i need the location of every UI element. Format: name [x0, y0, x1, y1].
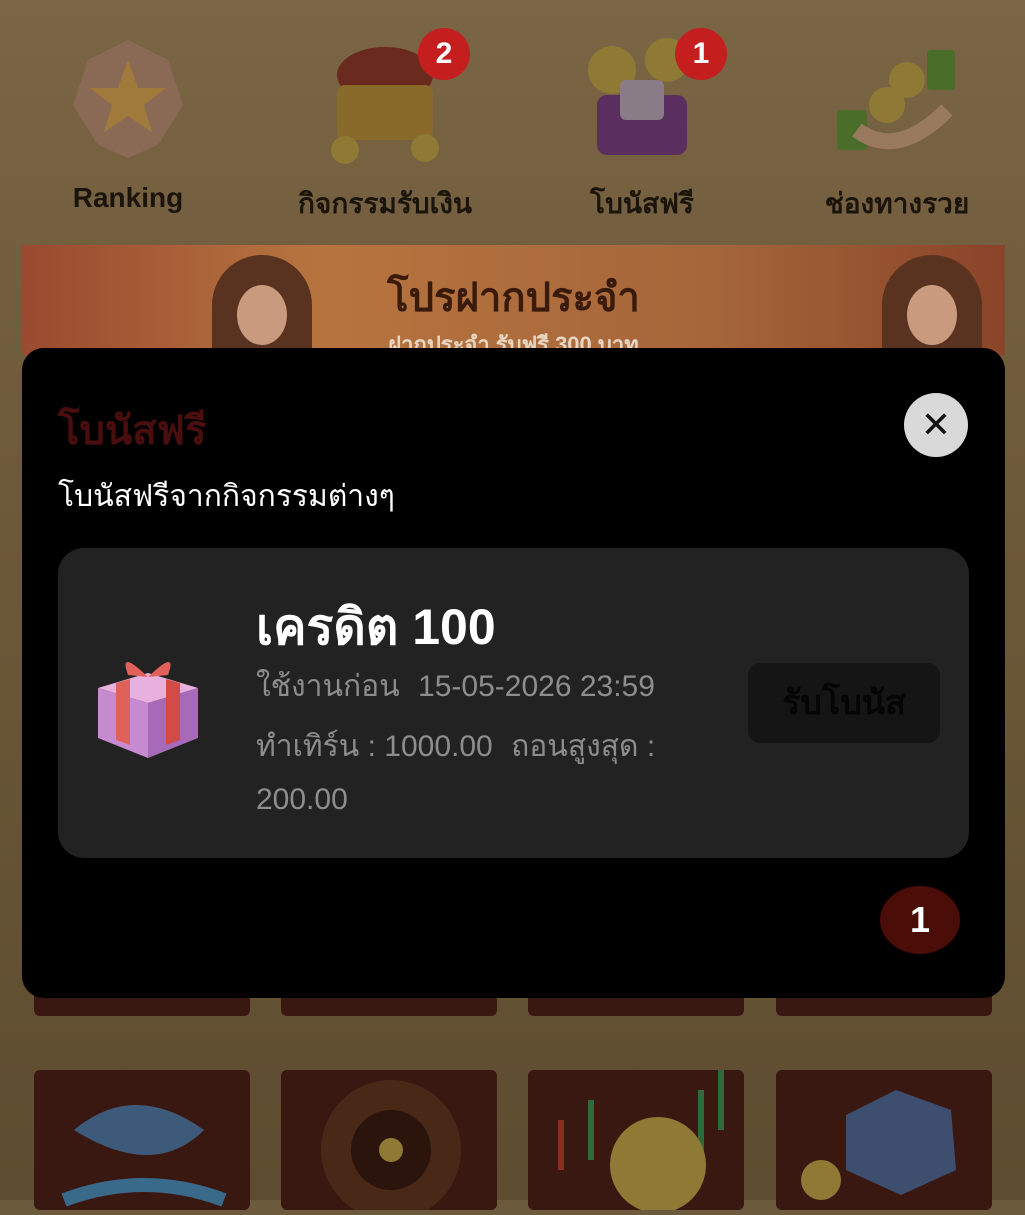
turnover-line: ทำเทิร์น : 1000.00 ถอนสูงสุด :: [256, 723, 655, 770]
max-withdraw-value: 200.00: [256, 783, 348, 816]
modal-title: โบนัสฟรี: [58, 409, 207, 453]
gift-box-icon: [98, 661, 198, 758]
game-tile-crypto[interactable]: [528, 1070, 744, 1213]
menu-label: Ranking: [72, 182, 184, 213]
bitcoin-icon: [558, 1070, 724, 1213]
promo-title: โปรฝากประจำ: [387, 276, 640, 320]
shark-icon: [61, 1105, 227, 1207]
menu-label: โบนัสฟรี: [590, 188, 694, 219]
top-menu: Ranking 2 กิจกรรมรับเงิน 1 โบนัสฟรี ช่อง…: [0, 20, 1025, 220]
roulette-icon: [321, 1080, 461, 1215]
expiry-value: 15-05-2026 23:59: [418, 670, 655, 703]
money-hand-icon: [837, 50, 955, 150]
max-withdraw-label: ถอนสูงสุด :: [511, 730, 656, 763]
modal-subtitle: โบนัสฟรีจากกิจกรรมต่างๆ: [58, 480, 395, 513]
close-icon[interactable]: ✕: [904, 393, 968, 457]
notification-badge: 2: [418, 28, 470, 80]
claim-bonus-button[interactable]: รับโบนัส: [748, 663, 940, 743]
lottery-machine-icon: [801, 1090, 956, 1200]
game-tile-fishing[interactable]: [34, 1070, 250, 1210]
free-bonus-modal: โบนัสฟรี ✕ โบนัสฟรีจากกิจกรรมต่างๆ เครดิ…: [22, 348, 1005, 998]
menu-label: กิจกรรมรับเงิน: [297, 188, 473, 219]
expiry-label: ใช้งานก่อน: [256, 670, 400, 703]
menu-item-free-bonus[interactable]: 1 โบนัสฟรี: [517, 20, 767, 220]
turnover-label: ทำเทิร์น : 1000.00: [256, 730, 493, 763]
menu-label: ช่องทางรวย: [824, 188, 970, 219]
menu-item-ranking[interactable]: Ranking: [3, 20, 253, 220]
page-indicator[interactable]: 1: [880, 886, 960, 954]
menu-item-activity[interactable]: 2 กิจกรรมรับเงิน: [260, 20, 510, 220]
trophy-star-icon: [73, 40, 183, 158]
bonus-credit-title: เครดิต 100: [256, 599, 496, 655]
expiry-line: ใช้งานก่อน 15-05-2026 23:59: [256, 663, 655, 710]
promo-banner[interactable]: โปรฝากประจำ ฝากประจำ รับฟรี 300 บาท: [22, 245, 1005, 355]
menu-item-rich-channel[interactable]: ช่องทางรวย: [772, 20, 1022, 220]
notification-badge: 1: [675, 28, 727, 80]
game-tile-lottery[interactable]: [776, 1070, 992, 1210]
game-tile-roulette[interactable]: [281, 1070, 497, 1215]
bonus-card: เครดิต 100 ใช้งานก่อน 15-05-2026 23:59 ท…: [58, 548, 969, 858]
